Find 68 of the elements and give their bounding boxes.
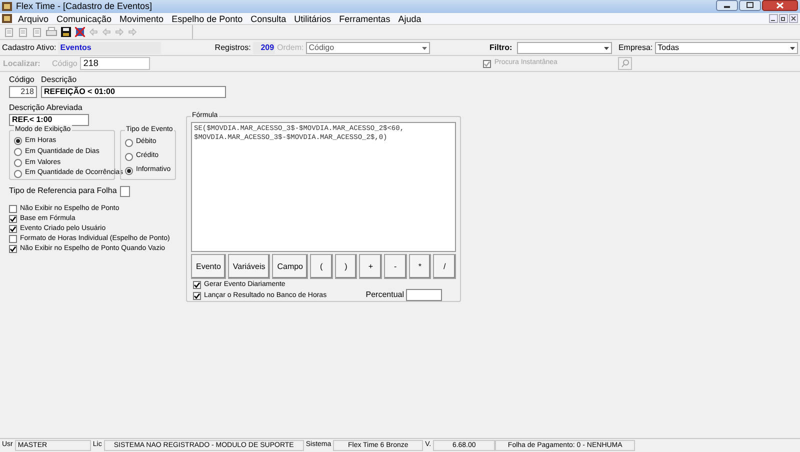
menu-item[interactable]: Utilitários bbox=[294, 12, 332, 24]
minimize-icon[interactable] bbox=[769, 14, 778, 23]
code-field[interactable]: 218 bbox=[9, 86, 37, 98]
search-button[interactable] bbox=[618, 57, 632, 70]
radio-button[interactable] bbox=[14, 158, 22, 167]
menu-item[interactable]: Arquivo bbox=[18, 12, 49, 24]
field-label: Tipo de Referencia para Folha bbox=[9, 185, 117, 197]
close-icon[interactable] bbox=[789, 14, 798, 23]
order-dropdown[interactable]: Código bbox=[306, 42, 430, 54]
field-label: Filtro: bbox=[490, 42, 514, 54]
formula-button[interactable]: ( bbox=[310, 254, 333, 279]
edit-document-icon[interactable] bbox=[18, 26, 28, 38]
save-icon[interactable] bbox=[61, 27, 71, 37]
checkbox[interactable] bbox=[9, 245, 17, 253]
restore-icon[interactable] bbox=[779, 14, 788, 23]
formula-button[interactable]: - bbox=[384, 254, 407, 279]
checkbox[interactable] bbox=[193, 292, 201, 300]
company-dropdown[interactable]: Todas bbox=[654, 42, 798, 54]
radio-button[interactable] bbox=[125, 166, 133, 174]
formula-button[interactable]: * bbox=[408, 254, 432, 279]
checkbox[interactable] bbox=[9, 205, 17, 213]
checkbox[interactable] bbox=[193, 281, 201, 289]
checkbox[interactable] bbox=[9, 225, 17, 233]
field-label: Registros: bbox=[214, 42, 251, 54]
checkbox[interactable] bbox=[9, 235, 17, 243]
new-document-icon[interactable] bbox=[4, 26, 14, 38]
field-label: Ordem: bbox=[277, 42, 304, 54]
radio-button[interactable] bbox=[14, 137, 22, 146]
formula-button[interactable]: Variáveis bbox=[228, 254, 270, 279]
filter-dropdown[interactable] bbox=[516, 42, 612, 54]
short-description-field[interactable]: REF.< 1:00 bbox=[9, 114, 89, 126]
formula-button[interactable]: Campo bbox=[272, 254, 308, 279]
description-field[interactable]: REFEIÇÃO < 01:00 bbox=[41, 86, 226, 98]
field-label: Descrição Abreviada bbox=[9, 103, 84, 113]
menu-item[interactable]: Movimento bbox=[120, 12, 164, 24]
copy-document-icon[interactable] bbox=[32, 26, 42, 38]
formula-button[interactable]: / bbox=[433, 254, 456, 279]
field-label: Código bbox=[9, 75, 36, 85]
minimize-icon[interactable] bbox=[716, 0, 738, 11]
field-label: Localizar: bbox=[3, 58, 42, 70]
formula-button[interactable]: Evento bbox=[191, 254, 226, 279]
menu-item[interactable]: Consulta bbox=[250, 12, 286, 24]
menu-item[interactable]: Espelho de Ponto bbox=[172, 12, 243, 24]
radio-button[interactable] bbox=[14, 148, 22, 156]
active-register-value: Eventos bbox=[58, 42, 161, 54]
reference-type-field[interactable] bbox=[120, 186, 130, 196]
percent-field[interactable] bbox=[406, 289, 442, 301]
field-label: Cadastro Ativo: bbox=[2, 42, 56, 54]
search-field[interactable]: 218 bbox=[80, 57, 150, 70]
print-icon[interactable] bbox=[46, 27, 57, 37]
field-label: Código bbox=[52, 58, 78, 70]
formula-button[interactable]: + bbox=[359, 254, 382, 279]
field-label: Empresa: bbox=[618, 42, 653, 54]
formula-button[interactable]: ) bbox=[334, 254, 358, 279]
menu-item[interactable]: Ferramentas bbox=[339, 12, 390, 24]
menu-item[interactable]: Ajuda bbox=[398, 12, 422, 24]
field-label: Percentual bbox=[366, 289, 404, 301]
maximize-icon[interactable] bbox=[739, 0, 761, 11]
radio-button[interactable] bbox=[14, 170, 22, 178]
window-title: Flex Time - [Cadastro de Eventos] bbox=[16, 0, 154, 13]
close-icon[interactable] bbox=[762, 0, 798, 11]
radio-button[interactable] bbox=[125, 138, 133, 146]
records-count: 209 bbox=[252, 42, 276, 54]
checkbox[interactable] bbox=[9, 215, 17, 223]
radio-button[interactable] bbox=[125, 152, 133, 160]
field-label: Descrição bbox=[41, 75, 78, 85]
delete-icon[interactable] bbox=[75, 27, 85, 37]
menu-item[interactable]: Comunicação bbox=[56, 12, 112, 24]
